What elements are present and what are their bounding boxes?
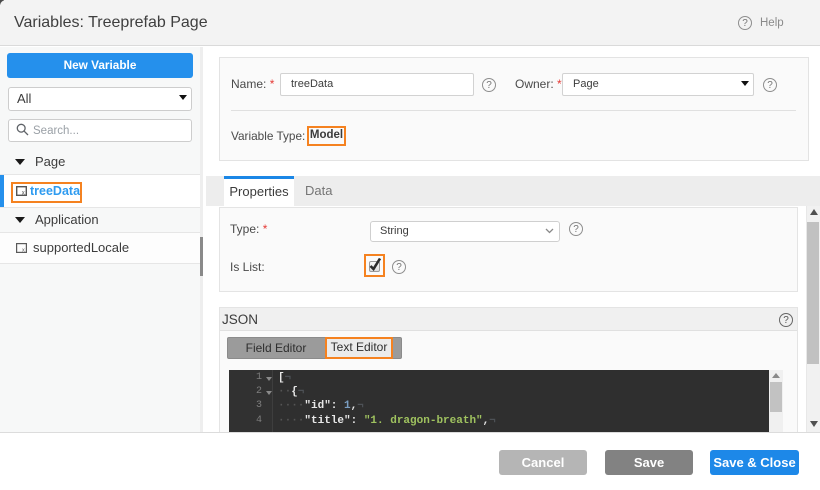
svg-text:x: x xyxy=(22,248,25,253)
svg-text:x: x xyxy=(22,190,25,196)
